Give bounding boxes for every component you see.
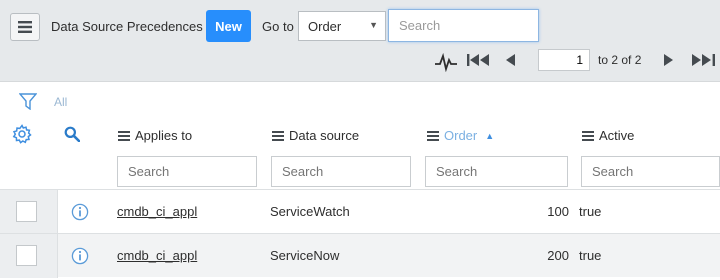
- cell-active: true: [579, 248, 602, 263]
- list-title: Data Source Precedences: [51, 19, 203, 34]
- cell-order: 200: [547, 248, 569, 263]
- cell-data-source: ServiceWatch: [270, 204, 350, 219]
- cell-data-source: ServiceNow: [270, 248, 340, 263]
- cell-applies-to[interactable]: cmdb_ci_appl: [117, 204, 197, 219]
- last-page-icon: [692, 54, 715, 66]
- search-icon[interactable]: [64, 126, 80, 142]
- search-active-input[interactable]: [581, 156, 720, 187]
- previous-page-icon: [506, 54, 515, 66]
- info-icon[interactable]: [71, 203, 89, 221]
- column-label: Active: [599, 128, 635, 143]
- list-menu-button[interactable]: [10, 13, 40, 41]
- cell-active: true: [579, 204, 602, 219]
- search-order-input[interactable]: [425, 156, 568, 187]
- sort-ascending-icon: ▲: [485, 130, 495, 141]
- cell-applies-to[interactable]: cmdb_ci_appl: [117, 248, 197, 263]
- row-select-cell: [0, 190, 58, 234]
- first-page-button[interactable]: [466, 50, 494, 70]
- cell-order: 100: [547, 204, 569, 219]
- breadcrumb-all[interactable]: All: [54, 95, 67, 109]
- activity-icon[interactable]: [434, 50, 458, 72]
- list-search-input[interactable]: [388, 9, 539, 42]
- next-page-icon: [664, 54, 673, 66]
- column-menu-icon[interactable]: [272, 130, 284, 141]
- column-menu-icon[interactable]: [582, 130, 594, 141]
- info-icon[interactable]: [71, 247, 89, 265]
- column-menu-icon[interactable]: [427, 130, 439, 141]
- column-header-active[interactable]: Active: [582, 128, 634, 143]
- previous-page-button[interactable]: [504, 50, 518, 70]
- goto-label: Go to: [262, 19, 294, 34]
- filter-icon[interactable]: [19, 93, 37, 110]
- table-row: cmdb_ci_appl ServiceWatch 100 true: [0, 189, 720, 234]
- gear-icon[interactable]: [12, 124, 32, 144]
- column-label: Applies to: [135, 128, 193, 143]
- last-page-button[interactable]: [688, 50, 716, 70]
- column-label: Data source: [289, 128, 360, 143]
- next-page-button[interactable]: [661, 50, 675, 70]
- goto-field-select[interactable]: Order ▼: [298, 11, 386, 41]
- page-number-input[interactable]: [538, 49, 590, 71]
- row-checkbox[interactable]: [16, 245, 37, 266]
- column-header-data-source[interactable]: Data source: [272, 128, 359, 143]
- filter-breadcrumb-bar: [0, 83, 720, 121]
- table-row: cmdb_ci_appl ServiceNow 200 true: [0, 233, 720, 278]
- first-page-icon: [467, 54, 489, 66]
- column-menu-icon[interactable]: [118, 130, 130, 141]
- page-range-label: to 2 of 2: [598, 53, 642, 67]
- menu-icon: [18, 21, 32, 33]
- column-header-applies-to[interactable]: Applies to: [118, 128, 192, 143]
- row-select-cell: [0, 234, 58, 278]
- row-checkbox[interactable]: [16, 201, 37, 222]
- goto-field-value: Order: [308, 19, 342, 34]
- column-label: Order: [444, 128, 478, 143]
- search-data-source-input[interactable]: [271, 156, 411, 187]
- chevron-down-icon: ▼: [369, 20, 378, 30]
- search-applies-to-input[interactable]: [117, 156, 257, 187]
- column-header-order[interactable]: Order ▲: [427, 128, 494, 143]
- new-button[interactable]: New: [206, 10, 251, 42]
